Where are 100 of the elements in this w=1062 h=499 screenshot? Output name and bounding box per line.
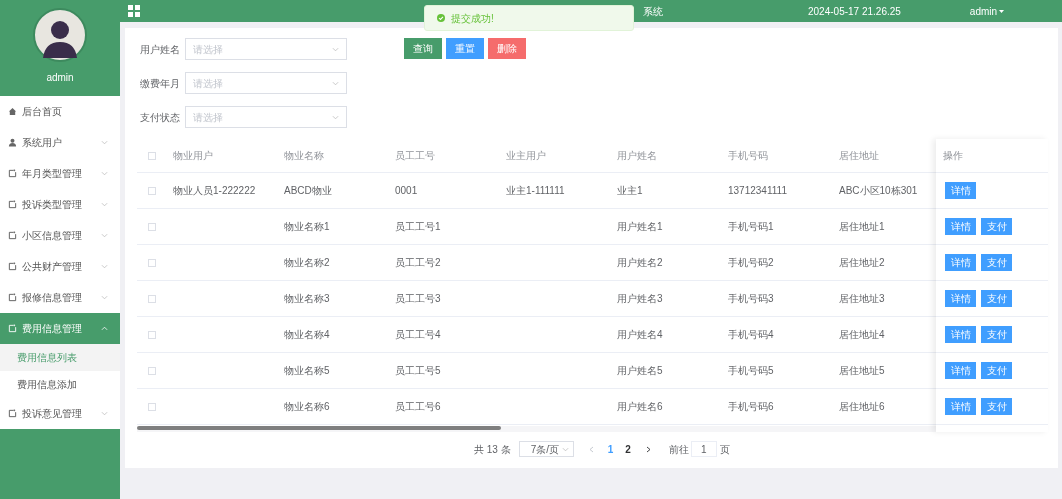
row-action-button[interactable]: 详情: [945, 290, 976, 307]
page-number[interactable]: 2: [625, 441, 631, 457]
table-cell: 用户姓名5: [617, 365, 663, 376]
sidebar-item[interactable]: 费用信息管理: [0, 313, 120, 344]
action-button[interactable]: 删除: [488, 38, 526, 59]
table-cell: 居住地址2: [839, 257, 885, 268]
row-action-button[interactable]: 详情: [945, 182, 976, 199]
column-header: 居住地址: [838, 149, 880, 163]
app-title: 系统: [643, 4, 664, 19]
checkbox[interactable]: [147, 366, 156, 375]
chevron-down-icon: [561, 446, 569, 452]
checkbox[interactable]: [147, 330, 156, 339]
table-cell: 用户姓名6: [617, 401, 663, 412]
row-action-button[interactable]: 支付: [981, 290, 1012, 307]
column-header: 业主用户: [505, 149, 547, 163]
table-cell: 手机号码6: [728, 401, 774, 412]
avatar: [33, 8, 87, 62]
document-icon: [8, 169, 17, 178]
chevron-down-icon: [101, 233, 108, 238]
filter-label: 用户姓名: [139, 42, 181, 57]
filter-label: 支付状态: [139, 110, 181, 125]
document-icon: [8, 231, 17, 240]
table-cell: 13712341111: [728, 185, 787, 196]
table-cell: 物业名称5: [284, 365, 330, 376]
table-cell: 手机号码2: [728, 257, 774, 268]
table-cell: 员工工号2: [395, 257, 441, 268]
column-header: 物业用户: [172, 149, 214, 163]
chevron-down-icon: [101, 140, 108, 145]
table-cell: 居住地址1: [839, 221, 885, 232]
checkbox[interactable]: [147, 151, 156, 160]
column-header: 手机号码: [727, 149, 769, 163]
page-input[interactable]: 1: [690, 441, 717, 457]
row-action-button[interactable]: 支付: [981, 218, 1012, 235]
table-cell: 员工工号4: [395, 329, 441, 340]
action-button[interactable]: 重置: [446, 38, 484, 59]
chevron-down-icon: [332, 46, 339, 52]
table-cell: 居住地址5: [839, 365, 885, 376]
chevron-up-icon: [101, 326, 108, 331]
table-cell: 物业名称4: [284, 329, 330, 340]
checkbox[interactable]: [147, 258, 156, 267]
checkbox[interactable]: [147, 294, 156, 303]
table-cell: 员工工号6: [395, 401, 441, 412]
sidebar-subitem[interactable]: 费用信息列表: [0, 344, 120, 371]
table-cell: 手机号码5: [728, 365, 774, 376]
previous-page-icon[interactable]: [588, 445, 594, 453]
table-cell: 0001: [395, 185, 418, 196]
filter-label: 缴费年月: [139, 76, 181, 91]
column-header: 员工工号: [394, 149, 436, 163]
row-action-button[interactable]: 支付: [981, 326, 1012, 343]
table-cell: ABCD物业: [284, 185, 332, 196]
table-cell: 业主1: [617, 185, 643, 196]
success-icon: [437, 14, 445, 22]
next-page-icon[interactable]: [645, 445, 651, 453]
row-action-button[interactable]: 详情: [945, 218, 976, 235]
row-action-button[interactable]: 支付: [981, 254, 1012, 271]
action-button[interactable]: 查询: [404, 38, 442, 59]
goto-suffix: 页: [719, 442, 730, 457]
checkbox[interactable]: [147, 186, 156, 195]
table-cell: 居住地址6: [839, 401, 885, 412]
table-cell: 业主1-111111: [506, 185, 565, 196]
home-icon: [8, 107, 17, 116]
menu-icon[interactable]: [128, 5, 140, 17]
table-cell: 物业名称2: [284, 257, 330, 268]
table-cell: 手机号码4: [728, 329, 774, 340]
row-action-button[interactable]: 支付: [981, 398, 1012, 415]
caret-icon: [999, 9, 1005, 13]
scrollbar[interactable]: [137, 426, 501, 430]
total-count: 共 13 条: [474, 442, 511, 457]
row-action-button[interactable]: 详情: [945, 362, 976, 379]
chevron-down-icon: [101, 295, 108, 300]
column-header: 操作: [943, 149, 963, 163]
row-action-button[interactable]: 支付: [981, 362, 1012, 379]
column-header: 用户姓名: [616, 149, 658, 163]
table-cell: 员工工号3: [395, 293, 441, 304]
document-icon: [8, 324, 17, 333]
column-header: 物业名称: [283, 149, 325, 163]
table-cell: 员工工号5: [395, 365, 441, 376]
page-size-select[interactable]: 7条/页: [518, 441, 574, 457]
date-time: 2024-05-17 21.26.25: [808, 4, 901, 19]
table-cell: ABC小区10栋301: [839, 185, 918, 196]
chevron-down-icon: [101, 411, 108, 416]
sidebar-username: admin: [46, 71, 74, 85]
table-cell: 居住地址3: [839, 293, 885, 304]
table-cell: 物业名称3: [284, 293, 330, 304]
table-cell: 物业名称1: [284, 221, 330, 232]
checkbox[interactable]: [147, 402, 156, 411]
chevron-down-icon: [332, 80, 339, 86]
table-cell: 物业人员1-222222: [173, 185, 256, 196]
row-action-button[interactable]: 详情: [945, 326, 976, 343]
table-cell: 用户姓名3: [617, 293, 663, 304]
checkbox[interactable]: [147, 222, 156, 231]
row-action-button[interactable]: 详情: [945, 398, 976, 415]
table-cell: 用户姓名1: [617, 221, 663, 232]
user-menu[interactable]: admin: [969, 3, 1005, 19]
table-cell: 居住地址4: [839, 329, 885, 340]
page-number[interactable]: 1: [607, 441, 614, 457]
row-action-button[interactable]: 详情: [945, 254, 976, 271]
document-icon: [8, 262, 17, 271]
chevron-down-icon: [101, 202, 108, 207]
table-cell: 物业名称6: [284, 401, 330, 412]
